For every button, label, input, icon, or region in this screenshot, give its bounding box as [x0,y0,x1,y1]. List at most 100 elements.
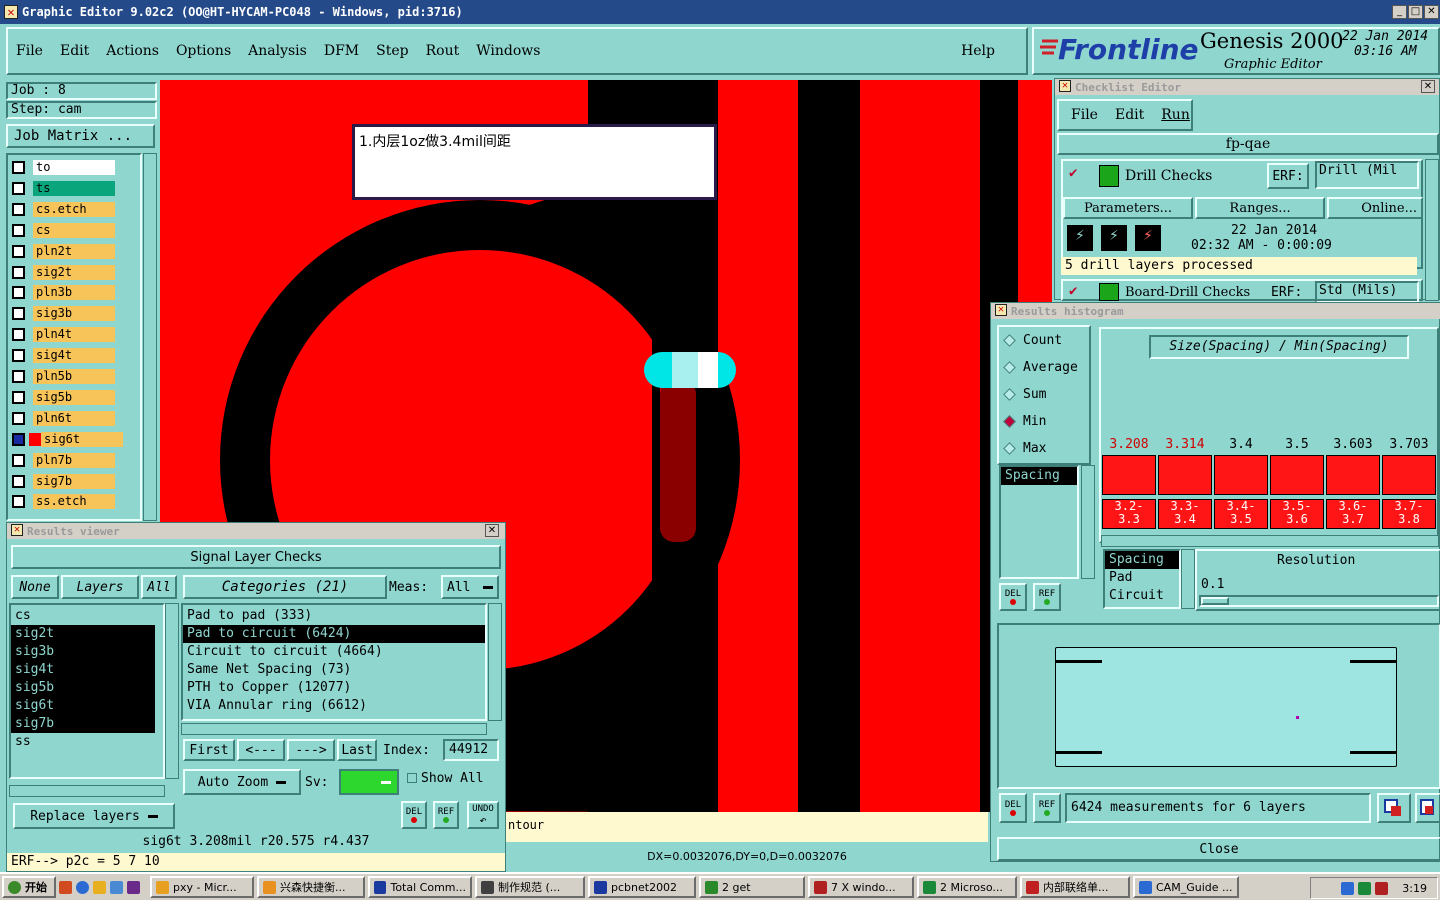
replace-layers-dropdown[interactable]: Replace layers [13,803,175,829]
preview-del-button[interactable]: DEL [999,793,1027,823]
checklist-menu-file[interactable]: File [1071,107,1098,123]
menu-options[interactable]: Options [176,43,231,59]
histogram-category-list[interactable]: Spacing Pad Circuit [1103,549,1181,609]
layer-row-sig5b[interactable]: sig5b [12,389,115,406]
layer-row-pln3b[interactable]: pln3b [12,284,115,301]
first-button[interactable]: First [183,739,235,761]
menu-windows[interactable]: Windows [476,43,540,59]
layer-checkbox[interactable] [12,286,25,300]
category-item[interactable]: Same Net Spacing (73) [183,661,485,679]
radio-diamond-icon[interactable] [1003,388,1016,401]
histogram-bin[interactable]: 3.2- 3.3 [1102,499,1156,529]
result-layer-item[interactable]: sig4t [11,661,155,679]
layer-checkbox[interactable] [12,453,25,467]
tab-all[interactable]: All [141,575,177,599]
layer-row-pln6t[interactable]: pln6t [12,410,115,427]
close-window-button[interactable]: ✕ [1424,5,1439,19]
checklist-menu-edit[interactable]: Edit [1115,107,1144,123]
result-layer-item[interactable]: sig5b [11,679,155,697]
layer-checkbox[interactable] [12,328,25,342]
menu-analysis[interactable]: Analysis [248,43,307,59]
layer-checkbox[interactable] [12,495,25,509]
type-item-spacing[interactable]: Spacing [1001,467,1077,485]
menu-dfm[interactable]: DFM [324,43,359,59]
taskbar-item[interactable]: 7 X windo... [808,876,914,898]
erf-button[interactable]: ERF: [1267,163,1309,189]
taskbar-item[interactable]: 制作规范 (... [475,876,585,898]
layer-row-pln7b[interactable]: pln7b [12,452,115,469]
meas-dropdown[interactable]: All [441,575,499,599]
result-layer-item[interactable]: sig7b [11,715,155,733]
quicklaunch-icon[interactable] [59,880,72,894]
aggregate-option-min[interactable]: Min [999,408,1089,435]
aggregate-option-sum[interactable]: Sum [999,381,1089,408]
tray-icon[interactable] [1341,881,1355,895]
layer-checkbox[interactable] [12,474,25,488]
layer-row-ss-etch[interactable]: ss.etch [12,493,115,510]
layer-checkbox[interactable] [12,244,25,258]
prev-button[interactable]: <--- [237,739,285,761]
layer-row-to[interactable]: to [12,159,115,176]
layer-checkbox[interactable] [12,349,25,363]
category-item[interactable]: PTH to Copper (12077) [183,679,485,697]
aggregate-option-average[interactable]: Average [999,354,1089,381]
sv-color-dropdown[interactable] [339,769,399,795]
tab-layers[interactable]: Layers [61,575,139,599]
del-button[interactable]: DEL [401,801,427,829]
layer-row-pln4t[interactable]: pln4t [12,326,115,343]
resolution-slider-handle[interactable] [1201,597,1229,605]
result-layer-item[interactable]: sig3b [11,643,155,661]
layer-row-pln5b[interactable]: pln5b [12,368,115,385]
aggregate-option-count[interactable]: Count [999,327,1089,354]
taskbar-item[interactable]: Total Comm... [368,876,472,898]
category-item[interactable]: Pad to pad (333) [183,607,485,625]
taskbar-item[interactable]: pxy - Micr... [150,876,254,898]
taskbar-item[interactable]: 兴森快捷衡... [257,876,365,898]
run-check-icon[interactable]: ⚡ [1067,225,1093,251]
histogram-bar[interactable] [1270,455,1324,495]
ref-button[interactable]: REF [433,801,459,829]
layer-row-sig3b[interactable]: sig3b [12,305,115,322]
layer-row-ts[interactable]: ts [12,180,115,197]
report-icon[interactable] [1415,793,1440,823]
layer-checkbox[interactable] [12,432,25,446]
aggregate-option-max[interactable]: Max [999,435,1089,462]
next-button[interactable]: ---> [287,739,335,761]
radio-diamond-icon[interactable] [1003,361,1016,374]
resolution-slider[interactable] [1199,595,1439,607]
erf-field[interactable]: Drill (Mil [1315,161,1419,189]
type-list-scrollbar[interactable] [1081,465,1095,579]
close-button[interactable]: Close [997,837,1440,861]
show-all-checkbox[interactable] [407,773,417,783]
export-icon[interactable] [1377,793,1411,823]
taskbar-item[interactable]: CAM_Guide ... [1133,876,1239,898]
quicklaunch-icon[interactable] [110,880,123,894]
histogram-bar[interactable] [1326,455,1380,495]
radio-diamond-icon[interactable] [1003,334,1016,347]
category-item-pad[interactable]: Pad [1105,569,1179,587]
histogram-bin[interactable]: 3.5- 3.6 [1270,499,1324,529]
layer-row-pln2t[interactable]: pln2t [12,243,115,260]
histogram-ref-button[interactable]: REF [1033,583,1061,611]
auto-zoom-dropdown[interactable]: Auto Zoom [183,769,301,795]
radio-diamond-icon[interactable] [1003,442,1016,455]
layer-checkbox[interactable] [12,181,25,195]
layer-checkbox[interactable] [12,223,25,237]
maximize-button[interactable]: □ [1408,5,1423,19]
layer-checkbox[interactable] [12,390,25,404]
stop-check-icon[interactable]: ⚡ [1135,225,1161,251]
taskbar-item[interactable]: 内部联络单... [1020,876,1130,898]
layer-results-scrollbar[interactable] [165,603,179,779]
parameters-button[interactable]: Parameters... [1063,197,1193,219]
categories-button[interactable]: Categories (21) [183,575,387,599]
erf2-field[interactable]: Std (Mils) [1315,281,1419,303]
run-next-icon[interactable]: ⚡ [1101,225,1127,251]
layer-row-cs-etch[interactable]: cs.etch [12,201,115,218]
layer-checkbox[interactable] [12,411,25,425]
last-button[interactable]: Last [337,739,377,761]
result-layer-item[interactable]: sig2t [11,625,155,643]
taskbar-item[interactable]: 2 get [699,876,805,898]
checklist-menu-run[interactable]: Run [1161,107,1190,123]
categories-hscrollbar[interactable] [181,723,487,735]
layer-checkbox[interactable] [12,265,25,279]
